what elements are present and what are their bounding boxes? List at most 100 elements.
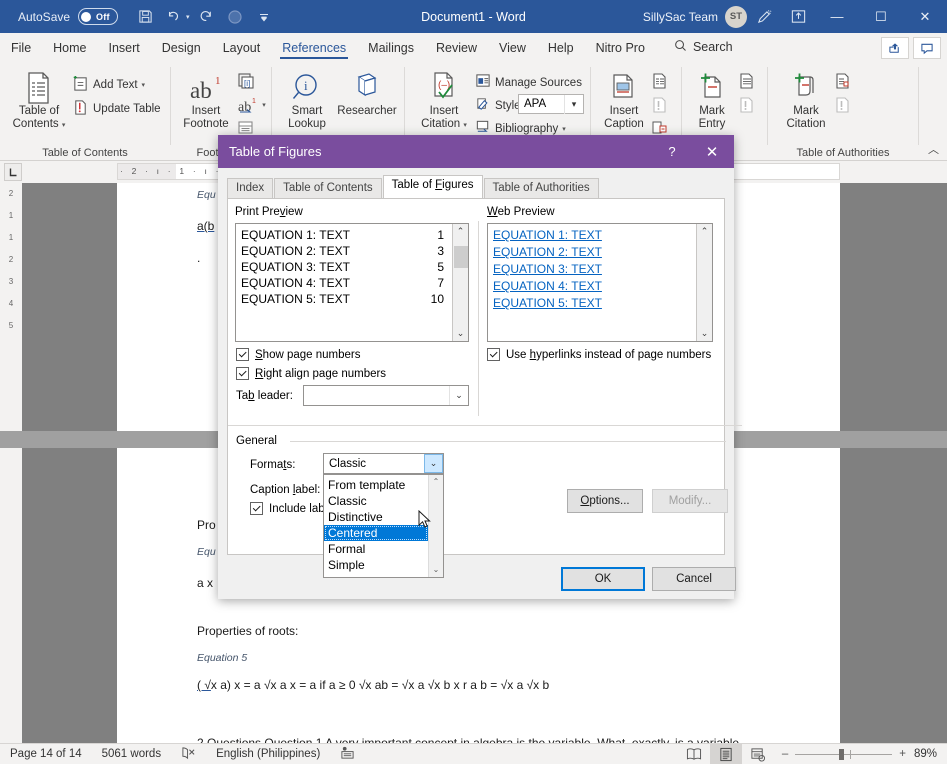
include-label-checkbox[interactable]: Include labe (250, 502, 331, 515)
page-indicator[interactable]: Page 14 of 14 (0, 748, 92, 760)
formats-option-selected[interactable]: Centered (324, 525, 428, 541)
chevron-down-icon[interactable]: ⌄ (424, 454, 443, 473)
update-table-of-figures-icon[interactable] (649, 94, 671, 116)
read-mode-icon[interactable] (678, 744, 710, 764)
customize-quick-access-icon[interactable] (251, 5, 277, 29)
dialog-tab-index[interactable]: Index (227, 178, 274, 198)
smart-lookup-button[interactable]: i Smart Lookup (278, 69, 336, 131)
update-index-icon[interactable] (736, 94, 758, 116)
help-icon[interactable]: ? (654, 144, 690, 159)
dialog-tab-table-of-authorities[interactable]: Table of Authorities (483, 178, 599, 198)
language-indicator[interactable]: English (Philippines) (206, 748, 330, 760)
touch-mode-icon[interactable] (222, 5, 248, 29)
comments-icon[interactable] (913, 37, 941, 59)
formats-option[interactable]: Distinctive (324, 509, 428, 525)
dialog-tab-table-of-figures[interactable]: Table of Figures (382, 175, 483, 198)
update-table-button[interactable]: Update Table (72, 99, 161, 119)
manage-sources-button[interactable]: Manage Sources (475, 73, 582, 92)
dialog-title-bar[interactable]: Table of Figures ? ✕ (218, 135, 734, 168)
web-preview-entry[interactable]: EQUATION 3: TEXT (488, 261, 694, 278)
options-button[interactable]: Options... (567, 489, 643, 513)
ink-pen-icon[interactable] (747, 0, 781, 33)
share-icon[interactable] (881, 37, 909, 59)
print-layout-icon[interactable] (709, 743, 742, 764)
ribbon-tab-review[interactable]: Review (425, 38, 488, 61)
scroll-up-icon[interactable]: ⌃ (457, 224, 465, 239)
autosave-toggle[interactable]: Off (78, 8, 119, 25)
ribbon-tab-view[interactable]: View (488, 38, 537, 61)
account-name[interactable]: SillySac Team (643, 10, 718, 24)
insert-table-of-authorities-icon[interactable] (832, 70, 854, 92)
insert-index-icon[interactable] (736, 70, 758, 92)
formats-option[interactable]: Classic (324, 493, 428, 509)
web-preview-entry[interactable]: EQUATION 2: TEXT (488, 244, 694, 261)
scroll-down-icon[interactable]: ⌄ (701, 326, 709, 341)
undo-icon[interactable] (161, 5, 187, 29)
citation-style-combobox[interactable]: APA ▾ (518, 94, 584, 114)
style-control[interactable]: Style: (475, 96, 524, 115)
use-hyperlinks-checkbox[interactable]: Use hyperlinks instead of page numbers (487, 348, 711, 361)
scroll-down-icon[interactable]: ⌄ (457, 326, 465, 341)
next-footnote-icon[interactable]: ab 1 ▾ (235, 94, 269, 116)
insert-endnote-icon[interactable]: [i] (235, 70, 257, 92)
print-preview-box[interactable]: EQUATION 1: TEXT 1 EQUATION 2: TEXT 3 EQUA… (235, 223, 469, 342)
autosave-control[interactable]: AutoSave Off (18, 8, 119, 25)
ribbon-tab-mailings[interactable]: Mailings (357, 38, 425, 61)
web-preview-entry[interactable]: EQUATION 5: TEXT (488, 295, 694, 312)
proofing-errors-icon[interactable] (171, 746, 206, 763)
show-page-numbers-checkbox[interactable]: Show page numbers (236, 348, 360, 361)
update-table-of-authorities-icon[interactable] (832, 94, 854, 116)
insert-table-of-figures-icon[interactable] (649, 70, 671, 92)
scroll-down-icon[interactable]: ⌄ (433, 563, 440, 577)
insert-citation-button[interactable]: (–) Insert Citation ▾ (413, 69, 475, 132)
ribbon-tab-design[interactable]: Design (151, 38, 212, 61)
formats-option[interactable]: Formal (324, 541, 428, 557)
zoom-out-button[interactable]: – (782, 748, 788, 760)
ribbon-tab-help[interactable]: Help (537, 38, 585, 61)
avatar[interactable]: ST (725, 5, 747, 28)
left-tab-stop-icon[interactable] (4, 163, 22, 181)
ribbon-tab-file[interactable]: File (0, 38, 42, 61)
accessibility-checker-icon[interactable] (330, 746, 365, 763)
mark-citation-button[interactable]: Mark Citation (778, 69, 834, 131)
cancel-button[interactable]: Cancel (652, 567, 736, 591)
formats-option[interactable]: Simple (324, 557, 428, 573)
print-preview-scrollbar[interactable]: ⌃ ⌄ (452, 224, 468, 341)
tab-leader-combobox[interactable]: ⌄ (303, 385, 469, 406)
present-online-icon[interactable] (781, 0, 815, 33)
dialog-close-button[interactable]: ✕ (690, 143, 734, 161)
chevron-down-icon[interactable]: ⌄ (449, 386, 468, 405)
ribbon-tab-insert[interactable]: Insert (98, 38, 151, 61)
web-layout-icon[interactable] (742, 744, 774, 764)
scroll-up-icon[interactable]: ⌃ (433, 475, 440, 489)
zoom-track[interactable] (795, 748, 893, 760)
minimize-button[interactable]: — (815, 0, 859, 33)
collapse-ribbon-icon[interactable]: ︿ (928, 141, 939, 157)
zoom-slider[interactable]: – + (774, 748, 914, 760)
word-count[interactable]: 5061 words (92, 748, 171, 760)
dialog-tab-table-of-contents[interactable]: Table of Contents (274, 178, 382, 198)
web-preview-box[interactable]: EQUATION 1: TEXT EQUATION 2: TEXT EQUATI… (487, 223, 713, 342)
formats-combobox[interactable]: Classic ⌄ (323, 453, 444, 474)
formats-option[interactable]: From template (324, 477, 428, 493)
scrollbar-thumb[interactable] (454, 246, 468, 268)
ribbon-tab-nitro-pro[interactable]: Nitro Pro (585, 38, 656, 61)
maximize-restore-button[interactable]: ☐ (859, 0, 903, 33)
web-preview-entry[interactable]: EQUATION 4: TEXT (488, 278, 694, 295)
ok-button[interactable]: OK (561, 567, 645, 591)
scroll-up-icon[interactable]: ⌃ (701, 224, 709, 239)
researcher-button[interactable]: Researcher (334, 69, 400, 118)
undo-caret-icon[interactable]: ▾ (186, 13, 190, 21)
save-icon[interactable] (132, 5, 158, 29)
mark-entry-button[interactable]: Mark Entry (686, 69, 738, 131)
insert-footnote-button[interactable]: ab 1 Insert Footnote (177, 69, 235, 131)
chevron-down-icon[interactable]: ▾ (564, 94, 583, 114)
zoom-thumb[interactable] (839, 748, 845, 760)
add-text-button[interactable]: Add Text ▾ (72, 75, 145, 95)
insert-caption-button[interactable]: Insert Caption (595, 69, 653, 131)
redo-icon[interactable] (193, 5, 219, 29)
right-align-page-numbers-checkbox[interactable]: Right align page numbers (236, 367, 386, 380)
web-preview-entry[interactable]: EQUATION 1: TEXT (488, 227, 694, 244)
zoom-level[interactable]: 89% (914, 748, 947, 760)
ribbon-tab-layout[interactable]: Layout (212, 38, 272, 61)
